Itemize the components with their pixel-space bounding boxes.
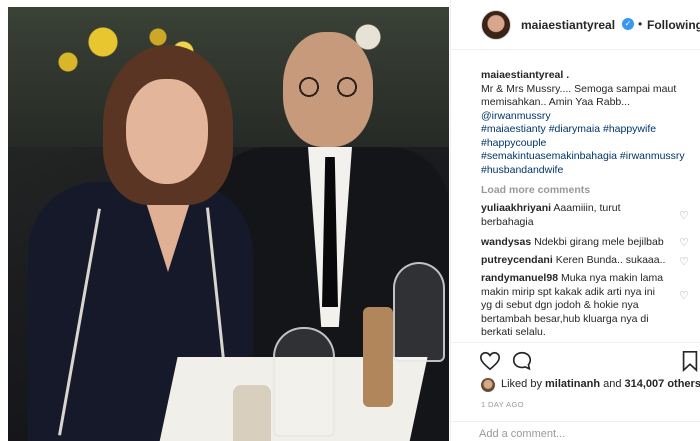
drink-bottle [363, 307, 393, 407]
likes-prefix: Liked by [501, 378, 546, 390]
comment-like-heart-icon[interactable]: ♡ [679, 256, 691, 268]
post-timestamp[interactable]: 1 DAY AGO [481, 400, 524, 409]
bookmark-icon[interactable] [679, 350, 700, 372]
wine-glass [393, 262, 445, 362]
heart-icon[interactable] [479, 350, 501, 372]
action-bar [451, 348, 700, 374]
likes-and: and [600, 378, 625, 390]
comment-like-heart-icon[interactable]: ♡ [679, 210, 691, 222]
post-caption: maiaestiantyreal . Mr & Mrs Mussry.... S… [481, 69, 699, 177]
post-sidebar: maiaestiantyreal ✓ • Following maiaestia… [450, 0, 700, 441]
comment-item: randymanuel98 Muka nya makin lama makin … [481, 272, 691, 340]
header-username[interactable]: maiaestiantyreal [521, 18, 615, 32]
comment-text: makin mirip spt kakak adik arti nya ini [481, 285, 655, 298]
post-photo[interactable] [8, 7, 449, 441]
comment-text: yg di sebut dgn jodoh & hokie nya [481, 299, 639, 311]
likes-summary: Liked by milatinanh and 314,007 others [481, 376, 700, 394]
caption-username[interactable]: maiaestiantyreal . [481, 69, 699, 83]
comment-like-heart-icon[interactable]: ♡ [679, 290, 691, 302]
following-button[interactable]: Following [647, 18, 700, 32]
caption-line: Mr & Mrs Mussry.... Semoga sampai maut [481, 82, 677, 95]
caption-line: memisahkan.. Amin Yaa Rabb... [481, 96, 631, 108]
separator-dot: • [638, 17, 643, 31]
comment-text: bertambah besar,hub kluarga nya di [481, 312, 649, 325]
caption-mention[interactable]: @irwanmussry [481, 110, 699, 124]
comment-text: berkati selalu. [481, 326, 546, 338]
comment-text: Aaamiiin, turut [553, 202, 621, 214]
man-glasses [290, 77, 366, 97]
wine-glass [273, 327, 335, 437]
comment-username[interactable]: wandysas [481, 236, 531, 248]
comment-text: berbahagia [481, 215, 534, 228]
comment-username[interactable]: yuliaakhriyani [481, 202, 551, 214]
comment-item: wandysas Ndekbi girang mele bejilbab [481, 236, 691, 250]
comment-text: Keren Bunda.. sukaaa.. [555, 254, 666, 266]
post-header: maiaestiantyreal ✓ • Following [451, 0, 700, 50]
caption-hashtags[interactable]: #happycouple [481, 137, 699, 151]
woman-face [126, 79, 208, 184]
caption-hashtags[interactable]: #husbandandwife [481, 164, 699, 178]
caption-hashtags[interactable]: #semakintuasemakinbahagia #irwanmussry [481, 150, 699, 164]
liker-avatar[interactable] [481, 378, 495, 392]
likes-text: Liked by milatinanh and 314,007 others [501, 378, 700, 390]
comment-text: Muka nya makin lama [560, 272, 664, 284]
liker-username[interactable]: milatinanh [545, 378, 600, 390]
caption-hashtags[interactable]: #maiaestianty #diarymaia #happywife [481, 123, 699, 137]
comment-username[interactable]: randymanuel98 [481, 272, 558, 284]
load-more-comments-link[interactable]: Load more comments [481, 184, 590, 196]
comment-icon[interactable] [511, 350, 533, 372]
comment-item: putreycendani Keren Bunda.. sukaaa.. [481, 254, 691, 268]
divider [451, 342, 700, 343]
comment-text: Ndekbi girang mele bejilbab [534, 236, 664, 248]
instagram-post: maiaestiantyreal ✓ • Following maiaestia… [0, 0, 700, 441]
add-comment-bar [451, 421, 700, 441]
comment-username[interactable]: putreycendani [481, 254, 553, 266]
comment-like-heart-icon[interactable]: ♡ [679, 237, 691, 249]
verified-badge-icon: ✓ [622, 18, 634, 30]
glass-jar [233, 385, 271, 441]
add-comment-input[interactable] [479, 428, 679, 440]
profile-avatar[interactable] [481, 10, 511, 40]
likes-count[interactable]: 314,007 others [625, 378, 700, 390]
comment-item: yuliaakhriyani Aaamiiin, turut berbahagi… [481, 202, 691, 229]
